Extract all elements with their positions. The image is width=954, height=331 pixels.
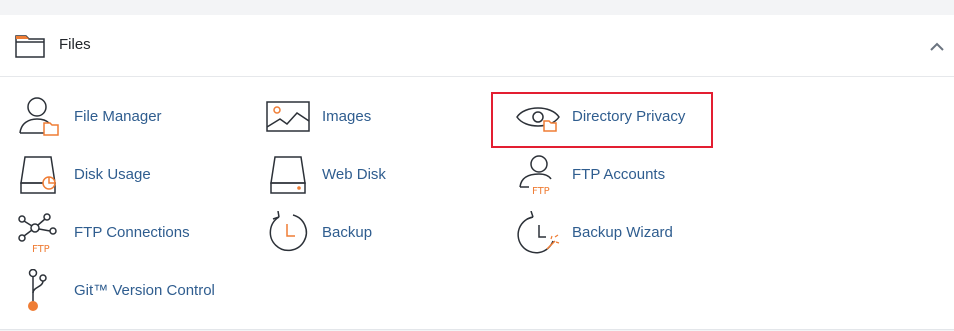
panel-header[interactable]: Files [0,15,954,77]
item-label: File Manager [74,108,162,125]
ftp-icon-text: FTP [532,186,550,197]
item-label: Git™ Version Control [74,282,215,299]
item-label: Directory Privacy [572,108,686,125]
backup-wizard-icon [517,211,560,254]
item-label: FTP Accounts [572,166,666,183]
ftp-icon-text: FTP [32,244,50,255]
item-label: Web Disk [322,166,386,183]
web-disk-icon [270,156,306,194]
item-label: Backup [322,224,373,241]
backup-icon [269,211,308,252]
item-label: Backup Wizard [572,224,673,241]
directory-privacy-icon [516,107,560,132]
item-label: Disk Usage [74,166,151,183]
disk-usage-icon [20,156,56,194]
panel-title: Files [59,36,91,53]
item-label: FTP Connections [74,224,190,241]
folder-icon [15,35,45,58]
git-version-control-icon [28,269,47,311]
images-icon [266,101,310,132]
ftp-accounts-icon: FTP [519,155,552,197]
item-label: Images [322,108,372,125]
files-panel: Files File Manager Images Directory Priv… [0,15,954,330]
chevron-up-icon[interactable] [928,40,946,54]
file-manager-icon [19,97,59,136]
ftp-connections-icon: FTP [18,213,57,255]
